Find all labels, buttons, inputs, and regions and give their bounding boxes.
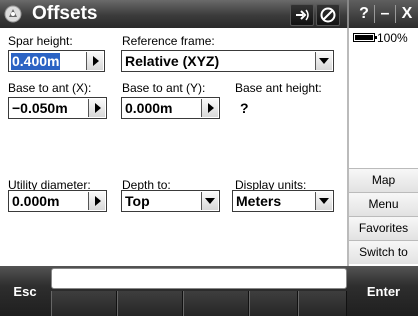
esc-button[interactable]: Esc bbox=[0, 280, 50, 304]
chevron-down-icon[interactable] bbox=[201, 192, 218, 210]
chevron-down-icon[interactable] bbox=[315, 52, 332, 70]
bottom-softkey-bar: Esc Enter bbox=[0, 266, 418, 316]
side-panel: 100% Map Menu Favorites Switch to bbox=[347, 28, 418, 266]
window-controls: ? – X bbox=[347, 0, 418, 28]
chevron-right-icon[interactable] bbox=[201, 99, 218, 117]
softkey-1[interactable] bbox=[51, 291, 117, 316]
base-ant-height-value: ? bbox=[240, 100, 249, 116]
chevron-right-icon[interactable] bbox=[86, 52, 103, 70]
base-ant-height-label: Base ant height: bbox=[235, 81, 322, 95]
battery-percent: 100% bbox=[377, 31, 408, 45]
battery-icon bbox=[353, 33, 377, 42]
minimize-button[interactable]: – bbox=[375, 3, 395, 25]
offsets-form: Spar height: 0.400m Reference frame: Rel… bbox=[0, 28, 347, 266]
softkey-5[interactable] bbox=[298, 291, 347, 316]
reference-frame-select[interactable]: Relative (XYZ) bbox=[121, 50, 334, 72]
map-button[interactable]: Map bbox=[349, 168, 418, 192]
close-button[interactable]: X bbox=[397, 3, 417, 25]
reference-frame-label: Reference frame: bbox=[122, 34, 215, 48]
display-units-select[interactable]: Meters bbox=[232, 190, 334, 212]
spar-height-field[interactable]: 0.400m bbox=[8, 50, 105, 72]
utility-diameter-field[interactable]: 0.000m bbox=[8, 190, 107, 212]
utility-diameter-value: 0.000m bbox=[12, 193, 60, 209]
menu-button[interactable]: Menu bbox=[349, 192, 418, 216]
favorites-button[interactable]: Favorites bbox=[349, 216, 418, 240]
command-input[interactable] bbox=[51, 268, 347, 289]
reference-frame-value: Relative (XYZ) bbox=[125, 53, 220, 69]
base-to-ant-y-label: Base to ant (Y): bbox=[122, 81, 206, 95]
broadcast-icon[interactable] bbox=[290, 4, 314, 26]
softkey-2[interactable] bbox=[117, 291, 183, 316]
depth-to-select[interactable]: Top bbox=[121, 190, 220, 212]
spar-height-label: Spar height: bbox=[8, 34, 73, 48]
base-to-ant-x-label: Base to ant (X): bbox=[8, 81, 92, 95]
softkey-3[interactable] bbox=[183, 291, 249, 316]
base-to-ant-y-field[interactable]: 0.000m bbox=[121, 97, 220, 119]
help-button[interactable]: ? bbox=[354, 3, 374, 25]
display-units-value: Meters bbox=[236, 193, 282, 209]
chevron-right-icon[interactable] bbox=[88, 192, 105, 210]
no-entry-icon[interactable] bbox=[316, 4, 340, 26]
base-to-ant-x-value: −0.050m bbox=[12, 100, 68, 116]
app-logo-icon[interactable] bbox=[3, 4, 23, 24]
base-to-ant-y-value: 0.000m bbox=[125, 100, 173, 116]
window-title: Offsets bbox=[32, 3, 98, 24]
chevron-down-icon[interactable] bbox=[315, 192, 332, 210]
chevron-right-icon[interactable] bbox=[88, 99, 105, 117]
title-bar: Offsets bbox=[0, 0, 347, 28]
switch-to-button[interactable]: Switch to bbox=[349, 240, 418, 264]
spar-height-value: 0.400m bbox=[11, 53, 61, 70]
softkey-4[interactable] bbox=[249, 291, 298, 316]
depth-to-value: Top bbox=[125, 193, 150, 209]
divider bbox=[395, 5, 396, 23]
enter-button[interactable]: Enter bbox=[349, 280, 418, 304]
base-to-ant-x-field[interactable]: −0.050m bbox=[8, 97, 107, 119]
